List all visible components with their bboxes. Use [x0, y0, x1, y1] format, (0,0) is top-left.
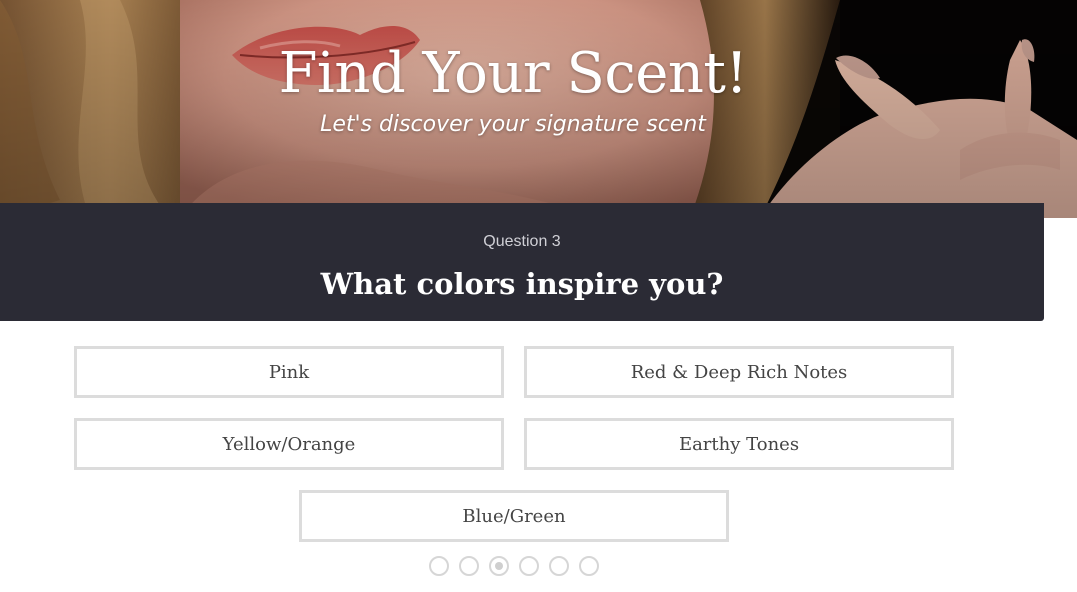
answer-option-blue-green[interactable]: Blue/Green	[299, 490, 729, 542]
answer-option-earthy-tones[interactable]: Earthy Tones	[524, 418, 954, 470]
page-title: Find Your Scent!	[278, 41, 748, 106]
answer-label: Yellow/Orange	[222, 433, 356, 455]
progress-dot-1[interactable]	[429, 556, 449, 576]
answer-label: Pink	[268, 361, 310, 383]
question-number: Question 3	[483, 233, 561, 250]
answer-option-red-deep-rich-notes[interactable]: Red & Deep Rich Notes	[524, 346, 954, 398]
progress-dot-4[interactable]	[519, 556, 539, 576]
question-header: Question 3 What colors inspire you?	[0, 203, 1044, 321]
progress-dot-3[interactable]	[489, 556, 509, 576]
question-text: What colors inspire you?	[320, 267, 724, 301]
progress-dot-2[interactable]	[459, 556, 479, 576]
progress-dot-6[interactable]	[579, 556, 599, 576]
answer-option-pink[interactable]: Pink	[74, 346, 504, 398]
answer-label: Blue/Green	[462, 505, 566, 527]
hero-banner: Find Your Scent! Let's discover your sig…	[0, 0, 1077, 218]
progress-dot-5[interactable]	[549, 556, 569, 576]
answer-label: Earthy Tones	[678, 433, 800, 455]
answer-option-yellow-orange[interactable]: Yellow/Orange	[74, 418, 504, 470]
answer-label: Red & Deep Rich Notes	[630, 361, 848, 383]
progress-dots	[429, 556, 599, 576]
page-subtitle: Let's discover your signature scent	[320, 112, 706, 137]
